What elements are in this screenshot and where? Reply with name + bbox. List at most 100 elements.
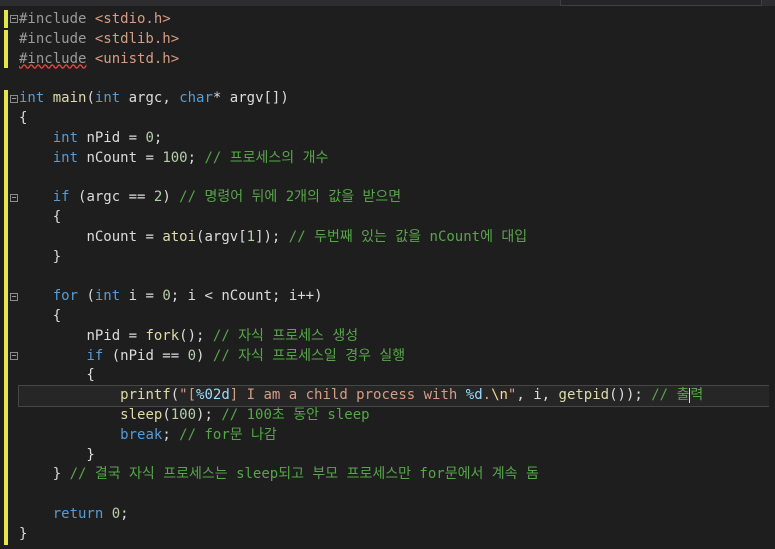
code-line[interactable]: nCount = atoi(argv[1]); // 두번째 있는 값을 nCo… (19, 228, 775, 248)
string: " (507, 387, 517, 404)
format-specifier: %d (465, 387, 483, 404)
number: 1 (246, 228, 256, 245)
number: 0 (111, 505, 121, 522)
comment: // 100초 동안 sleep (221, 406, 370, 423)
function-name: fork (145, 327, 180, 344)
code-line[interactable]: { (19, 307, 775, 327)
code-line[interactable]: int nCount = 100; // 프로세스의 개수 (19, 149, 775, 169)
variable: i (533, 387, 542, 404)
code-line[interactable]: return 0; (19, 505, 775, 525)
code-line[interactable]: #include <stdlib.h> (19, 30, 775, 50)
variable: argc (86, 189, 121, 206)
include-path: <stdio.h> (94, 11, 171, 27)
number: 100 (170, 406, 197, 423)
comment: // 출 (651, 387, 690, 404)
code-line[interactable] (19, 168, 775, 188)
code-line[interactable]: int main(int argc, char* argv[]) (19, 89, 775, 109)
include-directive: #include (19, 50, 87, 67)
variable: i (128, 288, 138, 305)
code-line[interactable]: { (19, 109, 775, 129)
function-name: printf (120, 387, 171, 404)
include-path: <stdlib.h> (94, 30, 180, 47)
variable: nCount (86, 149, 138, 166)
comment: // 결국 자식 프로세스는 sleep되고 부모 프로세스만 for문에서 계… (69, 466, 539, 483)
keyword: int (19, 90, 45, 107)
collapse-icon[interactable]: − (10, 293, 18, 301)
change-indicator (4, 10, 8, 28)
variable: nCount (86, 228, 138, 245)
code-lines[interactable]: #include <stdio.h> #include <stdlib.h> #… (18, 10, 775, 545)
comment: // for문 나감 (179, 426, 277, 443)
comment: 력 (690, 387, 704, 404)
keyword: char (179, 90, 213, 107)
code-line[interactable]: } // 결국 자식 프로세스는 sleep되고 부모 프로세스만 for문에서… (19, 465, 775, 485)
code-line[interactable]: } (19, 446, 775, 466)
param: argv[] (229, 90, 281, 107)
string: . (482, 387, 492, 404)
code-line[interactable]: if (nPid == 0) // 자식 프로세스일 경우 실행 (19, 347, 775, 367)
variable: i++ (288, 288, 315, 305)
keyword: if (52, 189, 70, 206)
variable: i (187, 288, 197, 305)
variable: nPid (120, 347, 154, 364)
change-indicator (4, 90, 8, 545)
code-line[interactable] (19, 485, 775, 505)
variable: argv (204, 228, 239, 245)
keyword: for (52, 288, 79, 305)
variable: nCount (221, 288, 272, 305)
keyword: if (86, 347, 104, 364)
keyword: int (94, 288, 121, 305)
variable: nPid (86, 129, 121, 146)
collapse-icon[interactable]: − (10, 95, 18, 103)
string: "[ (179, 387, 197, 404)
comment: // 명령어 뒤에 2개의 값을 받으면 (179, 189, 402, 206)
include-path: <unistd.h> (94, 50, 180, 67)
format-specifier: %02d (196, 387, 230, 404)
code-line[interactable]: int nPid = 0; (19, 129, 775, 149)
function-name: sleep (120, 406, 163, 423)
include-directive: #include (19, 30, 95, 47)
string: ] I am a child process with (229, 387, 466, 404)
code-line[interactable]: nPid = fork(); // 자식 프로세스 생성 (19, 327, 775, 347)
keyword: break (120, 426, 163, 443)
number: 2 (153, 189, 163, 206)
code-line[interactable] (19, 267, 775, 287)
code-line[interactable]: { (19, 366, 775, 386)
variable: nPid (86, 327, 121, 344)
code-line[interactable]: for (int i = 0; i < nCount; i++) (19, 287, 775, 307)
code-line[interactable]: } (19, 248, 775, 268)
number: 0 (162, 288, 171, 305)
code-line[interactable]: #include <stdio.h> (19, 10, 775, 30)
keyword: int (52, 149, 79, 166)
code-line[interactable] (19, 69, 775, 89)
code-line[interactable]: if (argc == 2) // 명령어 뒤에 2개의 값을 받으면 (19, 188, 775, 208)
comment: // 프로세스의 개수 (204, 149, 329, 166)
escape-sequence: \n (491, 387, 508, 404)
number: 100 (162, 149, 188, 166)
code-editor[interactable]: − − − − − #include <stdio.h> #include <s… (0, 6, 775, 549)
keyword: int (52, 129, 79, 146)
code-line[interactable]: sleep(100); // 100초 동안 sleep (19, 406, 775, 426)
collapse-icon[interactable]: − (10, 194, 18, 202)
keyword: int (94, 90, 121, 107)
function-name: getpid (558, 387, 610, 404)
code-line[interactable]: } (19, 525, 775, 545)
code-line[interactable]: { (19, 208, 775, 228)
number: 0 (145, 129, 154, 146)
code-line[interactable]: break; // for문 나감 (19, 426, 775, 446)
number: 0 (187, 347, 197, 364)
code-line[interactable]: #include <unistd.h> (19, 50, 775, 70)
include-directive: #include (19, 11, 95, 27)
vertical-scrollbar[interactable] (769, 6, 775, 549)
comment: // 자식 프로세스일 경우 실행 (212, 347, 406, 364)
comment: // 자식 프로세스 생성 (212, 327, 359, 344)
keyword: return (52, 505, 104, 522)
collapse-icon[interactable]: − (10, 352, 18, 360)
comment: // 두번째 있는 값을 nCount에 대입 (288, 228, 528, 245)
collapse-icon[interactable]: − (10, 15, 18, 23)
code-line-current[interactable]: printf("[%02d] I am a child process with… (18, 385, 775, 407)
editor-margin: − − − − − (0, 6, 20, 549)
change-indicator (4, 30, 8, 68)
function-name: main (52, 90, 87, 107)
function-name: atoi (162, 228, 197, 245)
